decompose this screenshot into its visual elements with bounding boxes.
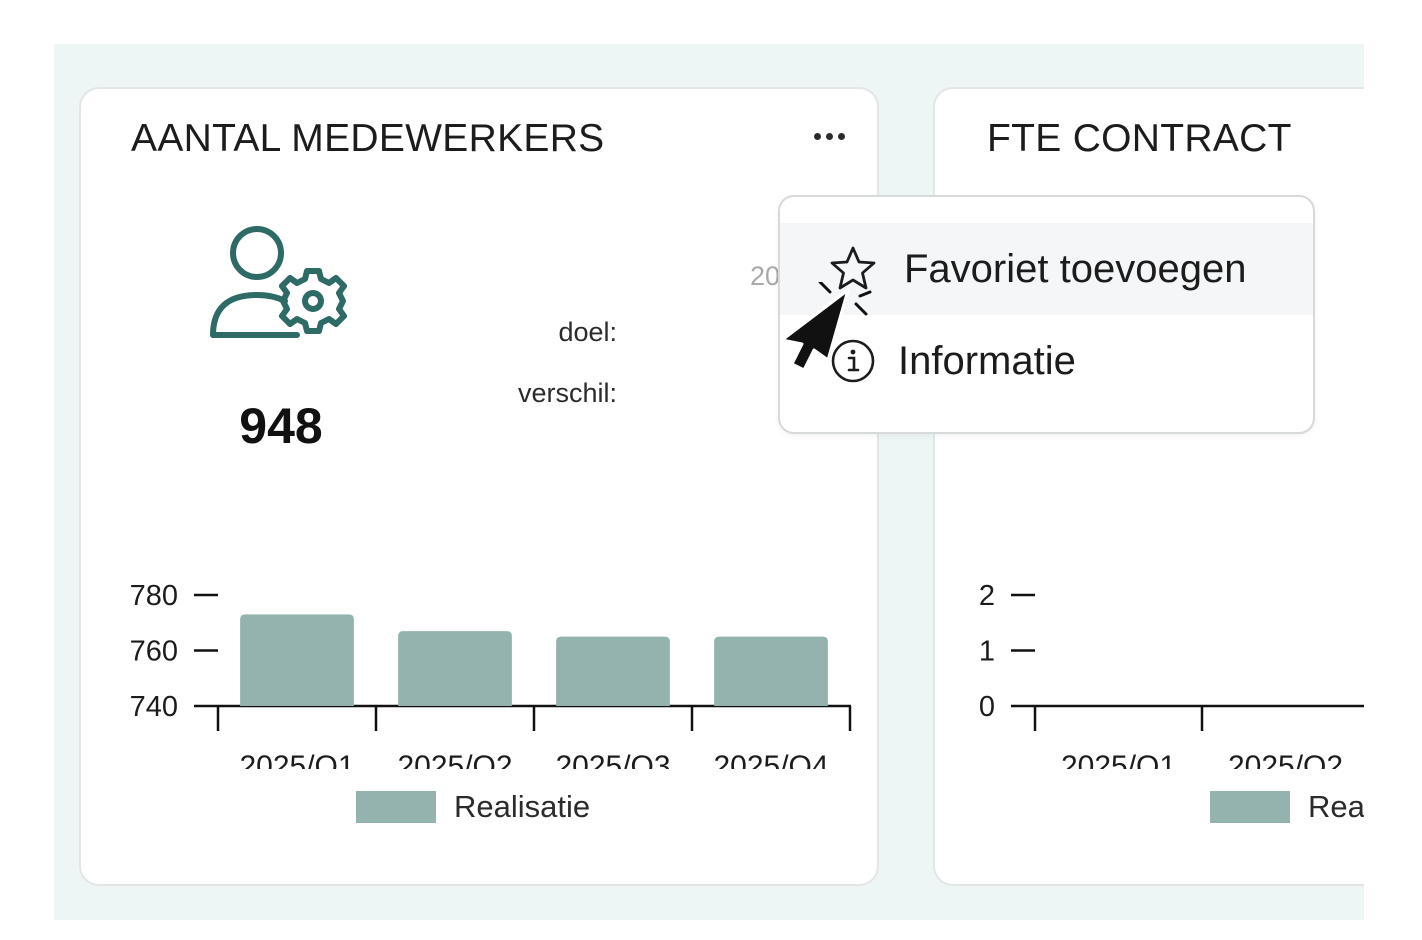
info-icon (831, 339, 875, 383)
x-tick-label: 2025/Q2 (1228, 750, 1343, 769)
bar (714, 636, 828, 706)
menu-item-label: Favoriet toevoegen (904, 246, 1247, 291)
x-tick-label: 2025/Q3 (555, 750, 670, 769)
y-tick-label: 780 (130, 580, 178, 612)
card-title: FTE CONTRACT (987, 117, 1292, 160)
more-options-button[interactable] (803, 119, 855, 153)
legend-label: Rea (1308, 789, 1364, 824)
bar (240, 614, 354, 706)
options-dropdown-menu: Favoriet toevoegen Informatie (778, 195, 1315, 434)
bar-chart-medewerkers: 740 760 780 2025/Q1 2025/Q2 2025/Q3 2025/Q4 (130, 580, 852, 769)
y-tick-label: 1 (979, 636, 995, 668)
bar-chart-fte: 0 1 2 2025/Q1 2025/Q2 (979, 580, 1364, 769)
y-tick-label: 2 (979, 580, 995, 612)
bar (556, 636, 670, 706)
menu-item-informatie[interactable]: Informatie (780, 315, 1313, 407)
x-tick-label: 2025/Q4 (713, 750, 828, 769)
doel-label: doel: (558, 317, 617, 347)
legend-swatch (356, 791, 436, 823)
x-tick-label: 2025/Q2 (397, 750, 512, 769)
chart-legend: Realisatie (356, 789, 590, 825)
verschil-label: verschil: (517, 378, 617, 408)
user-gear-icon (210, 226, 347, 338)
x-tick-label: 2025/Q1 (239, 750, 354, 769)
widget-aantal-medewerkers: AANTAL MEDEWERKERS 948 20 doel: verschil… (79, 87, 879, 886)
more-horizontal-icon (813, 132, 821, 140)
y-tick-label: 760 (130, 636, 178, 668)
menu-item-favoriet-toevoegen[interactable]: Favoriet toevoegen (780, 223, 1313, 315)
y-tick-label: 0 (979, 691, 995, 723)
bar (398, 631, 512, 706)
x-tick-label: 2025/Q1 (1061, 750, 1176, 769)
chart-legend: Rea (1210, 789, 1364, 825)
card-title: AANTAL MEDEWERKERS (131, 117, 605, 160)
legend-swatch (1210, 791, 1290, 823)
kpi-value: 948 (239, 398, 323, 454)
dashboard: AANTAL MEDEWERKERS 948 20 doel: verschil… (54, 44, 1364, 920)
menu-item-label: Informatie (898, 338, 1076, 383)
legend-label: Realisatie (454, 789, 591, 824)
star-icon (830, 246, 876, 290)
year-label: 20 (750, 261, 781, 291)
y-tick-label: 740 (130, 691, 178, 723)
